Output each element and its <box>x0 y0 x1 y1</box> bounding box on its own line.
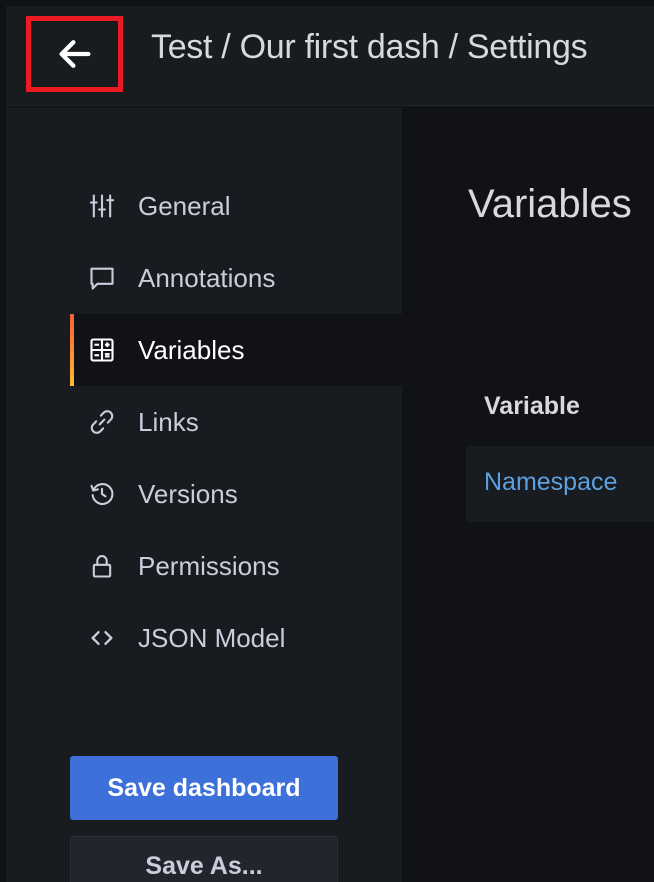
sidebar-item-label: Links <box>138 406 199 437</box>
settings-sidebar: General Annotations Variables Links Vers… <box>6 107 402 882</box>
sidebar-item-versions[interactable]: Versions <box>70 458 402 530</box>
sidebar-item-json-model[interactable]: JSON Model <box>70 602 402 674</box>
sidebar-item-label: Permissions <box>138 550 280 581</box>
sidebar-item-label: JSON Model <box>138 622 286 653</box>
arrow-left-icon <box>59 40 91 68</box>
variable-namespace-link[interactable]: Namespace <box>484 468 617 497</box>
sidebar-item-links[interactable]: Links <box>70 386 402 458</box>
sidebar-item-label: General <box>138 190 231 221</box>
sidebar-item-label: Variables <box>138 334 245 365</box>
code-brackets-icon <box>86 622 118 654</box>
sidebar-item-label: Versions <box>138 478 238 509</box>
back-button[interactable] <box>26 16 123 92</box>
link-icon <box>86 406 118 438</box>
top-bar: Test / Our first dash / Settings <box>6 6 654 106</box>
calculator-icon <box>86 334 118 366</box>
save-as-button[interactable]: Save As... <box>70 836 338 882</box>
settings-page: Test / Our first dash / Settings General <box>6 6 654 882</box>
sidebar-item-variables[interactable]: Variables <box>70 314 402 386</box>
save-dashboard-button[interactable]: Save dashboard <box>70 756 338 820</box>
sidebar-item-permissions[interactable]: Permissions <box>70 530 402 602</box>
sliders-icon <box>86 190 118 222</box>
comment-icon <box>86 262 118 294</box>
table-row: Namespace <box>466 446 654 522</box>
lock-icon <box>86 550 118 582</box>
sidebar-item-general[interactable]: General <box>70 170 402 242</box>
variable-column-header: Variable <box>484 392 580 420</box>
breadcrumb: Test / Our first dash / Settings <box>151 28 588 66</box>
sidebar-item-annotations[interactable]: Annotations <box>70 242 402 314</box>
page-title: Variables <box>468 182 632 226</box>
history-icon <box>86 478 118 510</box>
sidebar-item-label: Annotations <box>138 262 276 293</box>
